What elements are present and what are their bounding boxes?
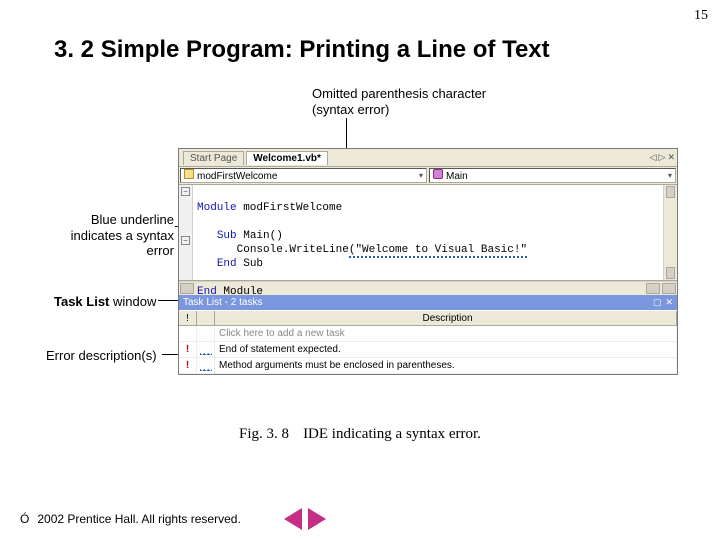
annotation-error-desc: Error description(s) xyxy=(46,348,157,364)
code-editor[interactable]: − − Module modFirstWelcome Sub Main() Co… xyxy=(179,185,677,281)
tab-scroll-right-icon[interactable]: ▷ xyxy=(659,152,666,163)
tasklist-col-priority[interactable]: ! xyxy=(179,311,197,325)
tasklist-new-task-row[interactable]: Click here to add a new task xyxy=(179,326,677,342)
method-combo[interactable]: Main ▾ xyxy=(429,168,676,183)
chevron-down-icon: ▾ xyxy=(668,171,672,180)
document-tab-bar: Start Page Welcome1.vb* ◁ ▷ ✕ xyxy=(179,149,677,167)
annotation-tasklist: Task List window xyxy=(54,294,156,310)
copyright-icon: Ó xyxy=(20,512,29,526)
priority-icon: ! xyxy=(186,344,189,355)
outline-gutter: − − xyxy=(179,185,193,280)
annotation-blue-underline: Blue underline indicates a syntax error xyxy=(64,212,174,259)
module-icon xyxy=(184,169,194,179)
tab-scroll-left-icon[interactable]: ◁ xyxy=(650,152,657,163)
method-icon xyxy=(433,169,443,179)
page-number: 15 xyxy=(694,8,708,24)
scroll-corner xyxy=(662,283,676,294)
tab-close-icon[interactable]: ✕ xyxy=(667,152,675,163)
tasklist-error-row[interactable]: ! Method arguments must be enclosed in p… xyxy=(179,358,677,374)
outline-collapse-icon[interactable]: − xyxy=(181,236,190,245)
chevron-down-icon: ▾ xyxy=(419,171,423,180)
arrow-tasklist-line xyxy=(158,300,178,301)
tasklist-col-check[interactable] xyxy=(197,311,215,325)
scroll-left-button[interactable] xyxy=(180,283,194,294)
figure-caption: Fig. 3. 8IDE indicating a syntax error. xyxy=(0,426,720,443)
slide-nav xyxy=(284,508,326,530)
outline-collapse-icon[interactable]: − xyxy=(181,187,190,196)
next-slide-button[interactable] xyxy=(308,508,326,530)
code-text[interactable]: Module modFirstWelcome Sub Main() Consol… xyxy=(193,185,663,280)
tasklist-pin-icon[interactable]: ▢ xyxy=(653,297,662,308)
tasklist-header: ! Description xyxy=(179,310,677,326)
syntax-wave-icon xyxy=(200,345,212,355)
priority-icon: ! xyxy=(186,360,189,371)
tab-welcome1-vb[interactable]: Welcome1.vb* xyxy=(246,151,328,165)
tasklist-body: Click here to add a new task ! End of st… xyxy=(179,326,677,374)
syntax-wave-icon xyxy=(200,361,212,371)
tasklist-col-description[interactable]: Description xyxy=(215,311,677,325)
vertical-scrollbar[interactable] xyxy=(663,185,677,280)
object-combo[interactable]: modFirstWelcome ▾ xyxy=(180,168,427,183)
syntax-error-underline: ("Welcome to Visual Basic!" xyxy=(349,244,527,258)
code-object-bar: modFirstWelcome ▾ Main ▾ xyxy=(179,167,677,185)
footer-copyright: Ó 2002 Prentice Hall. All rights reserve… xyxy=(20,512,241,526)
page-title: 3. 2 Simple Program: Printing a Line of … xyxy=(54,36,550,64)
prev-slide-button[interactable] xyxy=(284,508,302,530)
scroll-right-button[interactable] xyxy=(646,283,660,294)
tasklist-error-row[interactable]: ! End of statement expected. xyxy=(179,342,677,358)
ide-window: Start Page Welcome1.vb* ◁ ▷ ✕ modFirstWe… xyxy=(178,148,678,375)
tasklist-close-icon[interactable]: ✕ xyxy=(665,297,673,308)
tab-start-page[interactable]: Start Page xyxy=(183,151,244,165)
annotation-omitted-paren: Omitted parenthesis character (syntax er… xyxy=(312,86,512,117)
